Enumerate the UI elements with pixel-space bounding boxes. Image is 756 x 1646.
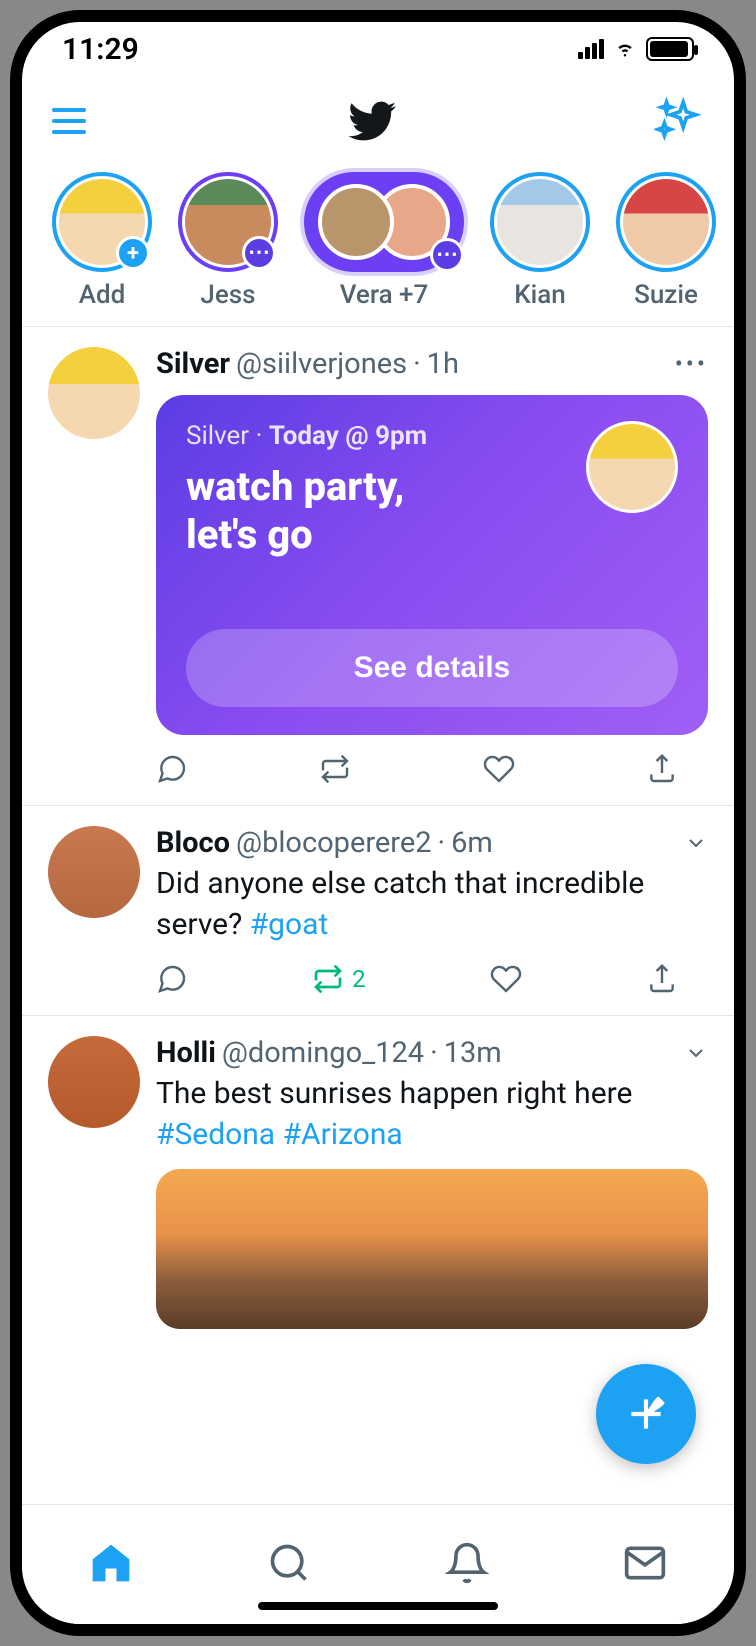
- nav-messages[interactable]: [623, 1541, 667, 1589]
- chevron-down-icon[interactable]: [684, 1041, 708, 1065]
- space-card[interactable]: Silver · Today @ 9pm watch party, let's …: [156, 395, 708, 735]
- retweet-count: 2: [352, 965, 366, 993]
- tweet[interactable]: Holli @domingo_124 · 13m The best sunris…: [22, 1016, 734, 1349]
- retweet-button[interactable]: 2: [312, 963, 366, 995]
- fleet-item[interactable]: Jess: [178, 172, 278, 310]
- share-button[interactable]: [646, 963, 678, 995]
- avatar[interactable]: [48, 826, 140, 918]
- sparkle-icon[interactable]: [654, 96, 704, 146]
- tweet-body: Bloco @blocoperere2 · 6m Did anyone else…: [156, 826, 708, 995]
- chevron-down-icon[interactable]: [684, 831, 708, 855]
- phone-frame: 11:29 + Add Jess: [10, 10, 746, 1636]
- nav-home[interactable]: [89, 1541, 133, 1589]
- tweet-text: Did anyone else catch that incredible se…: [156, 864, 708, 945]
- author-handle[interactable]: @siilverjones: [236, 347, 407, 381]
- tweet-time: 1h: [427, 347, 459, 381]
- tweet-header: Silver @siilverjones · 1h •••: [156, 347, 708, 381]
- hashtag[interactable]: #goat: [250, 907, 329, 942]
- tweet-image[interactable]: [156, 1169, 708, 1329]
- fleet-space[interactable]: Vera +7: [304, 172, 464, 310]
- fleet-ring: [616, 172, 716, 272]
- fleet-label: Suzie: [634, 280, 698, 310]
- cellular-icon: [578, 39, 604, 59]
- tweet-body: Holli @domingo_124 · 13m The best sunris…: [156, 1036, 708, 1329]
- compose-icon: [621, 1389, 671, 1439]
- fleet-ring: +: [52, 172, 152, 272]
- hashtag[interactable]: #Arizona: [283, 1117, 403, 1152]
- avatar: [497, 179, 583, 265]
- more-icon[interactable]: •••: [675, 350, 708, 378]
- tweet-body: Silver @siilverjones · 1h ••• Silver · T…: [156, 347, 708, 785]
- menu-button[interactable]: [52, 108, 92, 134]
- space-dots-icon: [242, 236, 276, 270]
- fleet-add[interactable]: + Add: [52, 172, 152, 310]
- fleets-row[interactable]: + Add Jess Vera +7: [22, 166, 734, 327]
- fleet-label: Add: [79, 280, 126, 310]
- tweet[interactable]: Silver @siilverjones · 1h ••• Silver · T…: [22, 327, 734, 806]
- avatar[interactable]: [48, 1036, 140, 1128]
- author-handle[interactable]: @blocoperere2: [236, 826, 431, 860]
- tweet-actions: [156, 753, 708, 785]
- author-name[interactable]: Holli: [156, 1036, 216, 1070]
- author-handle[interactable]: @domingo_124: [222, 1036, 424, 1070]
- fleet-item[interactable]: Kian: [490, 172, 590, 310]
- nav-notifications[interactable]: [445, 1541, 489, 1589]
- tweet[interactable]: Bloco @blocoperere2 · 6m Did anyone else…: [22, 806, 734, 1016]
- home-indicator: [258, 1602, 498, 1610]
- tweet-header: Holli @domingo_124 · 13m: [156, 1036, 708, 1070]
- space-pill: [304, 172, 464, 272]
- wifi-icon: [612, 39, 638, 59]
- tweet-time: 6m: [451, 826, 493, 860]
- fleet-ring: [178, 172, 278, 272]
- compose-button[interactable]: [596, 1364, 696, 1464]
- tweet-text: The best sunrises happen right here #Sed…: [156, 1074, 708, 1155]
- share-button[interactable]: [646, 753, 678, 785]
- status-bar: 11:29: [22, 22, 734, 76]
- space-dots-icon: [430, 238, 464, 272]
- top-nav: [22, 76, 734, 166]
- avatar: [623, 179, 709, 265]
- fleet-label: Vera +7: [340, 280, 429, 310]
- status-time: 11:29: [62, 32, 139, 67]
- author-name[interactable]: Silver: [156, 347, 230, 381]
- like-button[interactable]: [483, 753, 515, 785]
- fleet-label: Jess: [200, 280, 255, 310]
- see-details-button[interactable]: See details: [186, 629, 678, 707]
- reply-button[interactable]: [156, 963, 188, 995]
- twitter-logo-icon: [348, 96, 398, 146]
- feed[interactable]: Silver @siilverjones · 1h ••• Silver · T…: [22, 327, 734, 1504]
- avatar[interactable]: [48, 347, 140, 439]
- avatar: [586, 421, 678, 513]
- retweet-button[interactable]: [319, 753, 351, 785]
- fleet-ring: [490, 172, 590, 272]
- tweet-header: Bloco @blocoperere2 · 6m: [156, 826, 708, 860]
- nav-search[interactable]: [267, 1541, 311, 1589]
- fleet-label: Kian: [514, 280, 566, 310]
- battery-icon: [646, 37, 694, 61]
- avatar: [318, 184, 394, 260]
- author-name[interactable]: Bloco: [156, 826, 230, 860]
- tweet-time: 13m: [444, 1036, 502, 1070]
- status-icons: [578, 37, 694, 61]
- fleet-item[interactable]: Suzie: [616, 172, 716, 310]
- reply-button[interactable]: [156, 753, 188, 785]
- hashtag[interactable]: #Sedona: [156, 1117, 275, 1152]
- like-button[interactable]: [490, 963, 522, 995]
- plus-icon: +: [116, 236, 150, 270]
- tweet-actions: 2: [156, 963, 708, 995]
